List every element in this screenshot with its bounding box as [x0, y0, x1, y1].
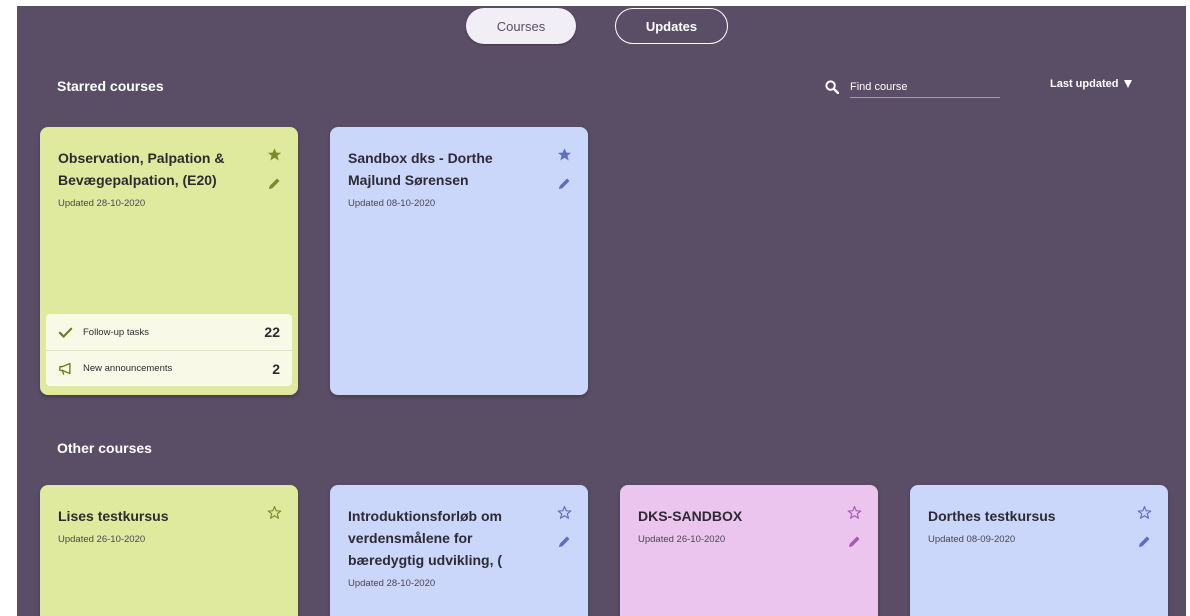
course-title[interactable]: Introduktionsforløb om verdensmålene for…: [348, 505, 533, 571]
course-updated-date: Updated 08-09-2020: [928, 534, 1016, 545]
course-title[interactable]: Observation, Palpation & Bevægepalpation…: [58, 147, 243, 191]
star-outline-icon[interactable]: [267, 505, 282, 520]
starred-courses-heading: Starred courses: [57, 78, 164, 94]
course-title[interactable]: Lises testkursus: [58, 505, 243, 527]
tab-courses[interactable]: Courses: [466, 8, 576, 44]
course-overview: Courses Updates Starred courses Last upd…: [17, 6, 1186, 616]
new-announcements-label: New announcements: [83, 363, 173, 374]
pencil-icon[interactable]: [1137, 534, 1152, 549]
new-announcements-count: 2: [272, 360, 280, 377]
course-updated-date: Updated 08-10-2020: [348, 198, 436, 209]
star-filled-icon[interactable]: [267, 147, 282, 162]
pencil-icon[interactable]: [267, 176, 282, 191]
triangle-down-icon: [1124, 80, 1133, 88]
star-outline-icon[interactable]: [557, 505, 572, 520]
course-updated-date: Updated 26-10-2020: [58, 534, 146, 545]
pencil-icon[interactable]: [557, 176, 572, 191]
tab-updates[interactable]: Updates: [615, 8, 728, 44]
find-course-input[interactable]: [850, 76, 1000, 98]
course-title[interactable]: DKS-SANDBOX: [638, 505, 823, 527]
follow-up-tasks-row[interactable]: Follow-up tasks 22: [46, 314, 292, 350]
sort-label: Last updated: [1050, 78, 1119, 90]
follow-up-tasks-count: 22: [264, 324, 280, 340]
check-icon: [58, 327, 73, 338]
pencil-icon[interactable]: [847, 534, 862, 549]
new-announcements-row[interactable]: New announcements 2: [46, 350, 292, 386]
star-outline-icon[interactable]: [1137, 505, 1152, 520]
course-notifications: Follow-up tasks 22 New announcements 2: [46, 314, 292, 386]
view-tabs: Courses Updates: [17, 8, 1186, 44]
sort-dropdown[interactable]: Last updated: [1050, 78, 1133, 90]
course-updated-date: Updated 26-10-2020: [638, 534, 726, 545]
course-title[interactable]: Sandbox dks - Dorthe Majlund Sørensen: [348, 147, 533, 191]
course-updated-date: Updated 28-10-2020: [348, 578, 436, 589]
star-filled-icon[interactable]: [557, 147, 572, 162]
search-icon[interactable]: [825, 80, 839, 94]
course-search: [825, 76, 1000, 98]
course-card[interactable]: Dorthes testkursus Updated 08-09-2020: [910, 485, 1168, 616]
course-card[interactable]: Observation, Palpation & Bevægepalpation…: [40, 127, 298, 395]
course-title[interactable]: Dorthes testkursus: [928, 505, 1113, 527]
megaphone-icon: [59, 362, 71, 375]
star-outline-icon[interactable]: [847, 505, 862, 520]
course-card[interactable]: DKS-SANDBOX Updated 26-10-2020: [620, 485, 878, 616]
follow-up-tasks-label: Follow-up tasks: [83, 326, 149, 338]
pencil-icon[interactable]: [557, 534, 572, 549]
course-card[interactable]: Sandbox dks - Dorthe Majlund Sørensen Up…: [330, 127, 588, 395]
course-card[interactable]: Introduktionsforløb om verdensmålene for…: [330, 485, 588, 616]
course-updated-date: Updated 28-10-2020: [58, 198, 146, 209]
other-courses-heading: Other courses: [57, 440, 152, 456]
course-card[interactable]: Lises testkursus Updated 26-10-2020: [40, 485, 298, 616]
